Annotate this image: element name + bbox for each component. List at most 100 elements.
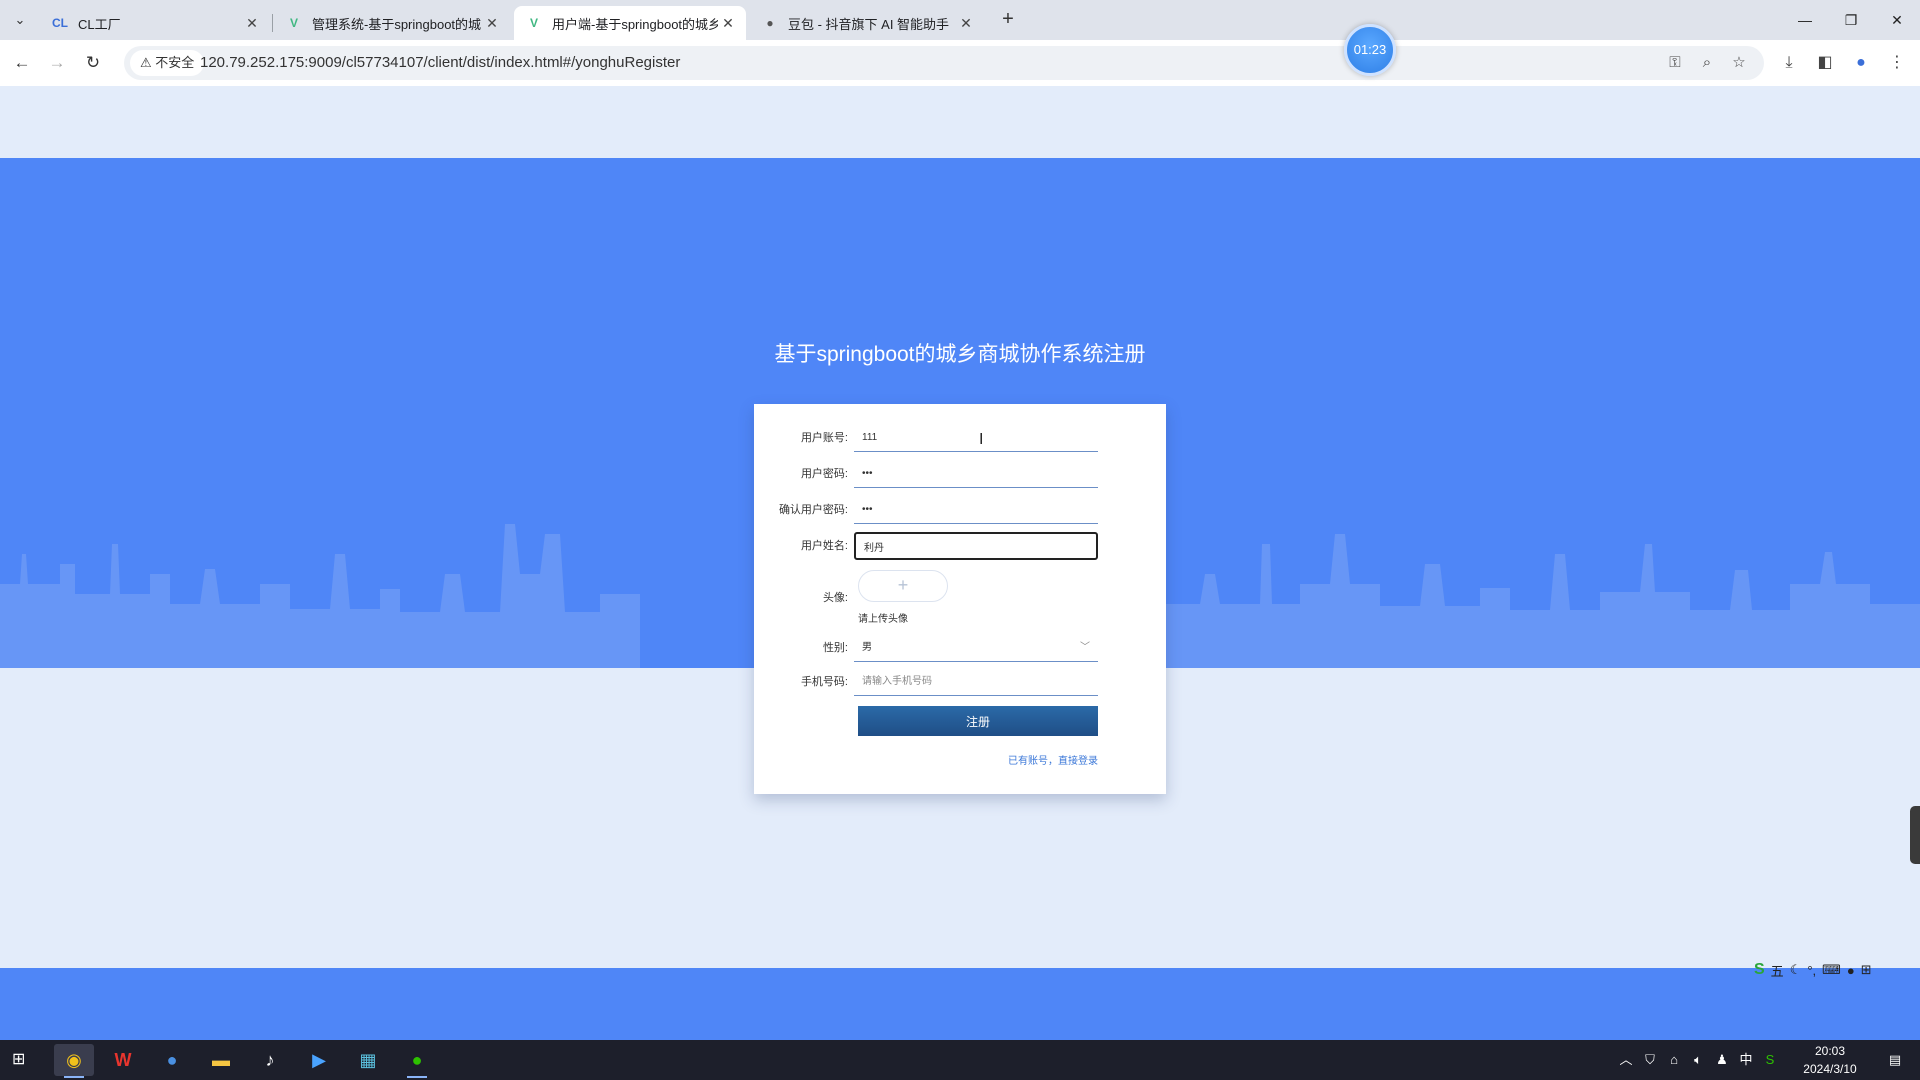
avatar-label: 头像: [822, 592, 848, 604]
gender-select[interactable]: 男 ﹀ [854, 634, 1098, 662]
system-clock[interactable]: 20:03 2024/3/10 [1790, 1042, 1870, 1078]
action-center-icon[interactable]: ▤ [1880, 1040, 1910, 1080]
restore-button[interactable]: ❐ [1828, 0, 1874, 40]
network-icon[interactable]: ⌂ [1664, 1040, 1684, 1080]
input-language-indicator[interactable]: 中 [1736, 1040, 1756, 1080]
download-icon[interactable]: ⤓ [1778, 52, 1800, 74]
bookmark-star-icon[interactable]: ☆ [1728, 52, 1750, 74]
side-scroll-handle[interactable] [1910, 806, 1920, 864]
tab-title: 用户端-基于springboot的城乡 [552, 16, 718, 32]
folder-icon: ▬ [212, 1049, 230, 1070]
warning-icon: ⚠ [140, 55, 152, 70]
security-shield-icon[interactable]: ⛉ [1640, 1040, 1660, 1080]
confirm-password-label: 确认用户密码: [778, 504, 848, 516]
user-icon[interactable]: ● [1847, 963, 1855, 978]
tab-separator [272, 14, 273, 32]
tab-user-client[interactable]: V 用户端-基于springboot的城乡 ✕ [514, 6, 746, 40]
avatar-upload-button[interactable]: + [858, 570, 948, 602]
close-icon[interactable]: ✕ [242, 15, 262, 32]
tab-title: CL工厂 [78, 16, 121, 32]
punctuation-icon[interactable]: °, [1807, 963, 1816, 978]
volume-icon[interactable]: 🔈︎ [1688, 1040, 1708, 1080]
confirm-password-row: 确认用户密码: [754, 492, 1166, 528]
file-explorer-taskbar-icon[interactable]: ▬ [201, 1044, 241, 1076]
chevron-down-icon: ﹀ [1080, 642, 1090, 653]
security-label: 不安全 [155, 55, 195, 70]
plus-icon: + [897, 575, 909, 595]
forward-button[interactable]: → [45, 51, 69, 75]
sogou-icon: ● [166, 1049, 178, 1070]
sogou-ime-icon[interactable]: S [1754, 961, 1765, 979]
account-field-wrapper [854, 420, 1098, 456]
sogou-browser-taskbar-icon[interactable]: ● [152, 1044, 192, 1076]
archive-app-taskbar-icon[interactable]: ▦ [348, 1044, 388, 1076]
back-button[interactable]: ← [10, 51, 34, 75]
clock-date: 2024/3/10 [1803, 1062, 1857, 1076]
phone-input[interactable] [854, 668, 1098, 696]
close-window-button[interactable]: ✕ [1874, 0, 1920, 40]
sogou-tray-icon[interactable]: S [1760, 1040, 1780, 1080]
tab-cl-factory[interactable]: CL CL工厂 ✕ [40, 6, 270, 40]
avatar-upload-tip: 请上传头像 [858, 614, 908, 625]
new-tab-button[interactable]: + [996, 8, 1020, 32]
chrome-taskbar-icon[interactable]: ◉ [54, 1044, 94, 1078]
name-row: 用户姓名: [754, 528, 1166, 564]
register-form-card: 用户账号: 用户密码: 确认用户密码: 用户姓名: [754, 404, 1166, 794]
media-player-taskbar-icon[interactable]: ▶ [299, 1044, 339, 1076]
notification-app-icon[interactable]: ♟ [1712, 1040, 1732, 1080]
text-cursor-icon: I [979, 431, 984, 448]
side-panel-icon[interactable]: ◧ [1814, 52, 1836, 74]
ime-toolbar: S 五 ☾ °, ⌨ ● ⊞ [1754, 955, 1872, 985]
tab-title: 豆包 - 抖音旗下 AI 智能助手 [788, 16, 950, 32]
keyboard-icon[interactable]: ⌨ [1822, 962, 1841, 978]
page-content: 基于springboot的城乡商城协作系统注册 用户账号: 用户密码: 确认用户… [0, 86, 1920, 1040]
clock-time: 20:03 [1814, 1044, 1846, 1058]
wechat-icon: ● [411, 1049, 423, 1070]
minimize-button[interactable]: — [1782, 0, 1828, 40]
zoom-icon[interactable]: ⌕ [1696, 52, 1718, 74]
tray-expand-icon[interactable]: ︿ [1616, 1040, 1636, 1080]
browser-toolbar: ← → ↻ ⚠ 不安全 120.79.252.175:9009/cl577341… [0, 40, 1920, 87]
name-field-wrapper [854, 528, 1098, 564]
profile-avatar-icon[interactable]: ● [1850, 52, 1872, 74]
account-label: 用户账号: [800, 432, 848, 444]
wechat-taskbar-icon[interactable]: ● [397, 1044, 437, 1078]
account-input[interactable] [854, 424, 1098, 452]
close-icon[interactable]: ✕ [718, 15, 738, 32]
wps-taskbar-icon[interactable]: W [103, 1044, 143, 1076]
douyin-taskbar-icon[interactable]: ♪ [250, 1044, 290, 1076]
moon-icon[interactable]: ☾ [1790, 962, 1802, 978]
password-row: 用户密码: [754, 456, 1166, 492]
active-indicator [407, 1076, 427, 1078]
grid-icon[interactable]: ⊞ [1861, 962, 1872, 978]
url-text[interactable]: 120.79.252.175:9009/cl57734107/client/di… [200, 46, 680, 80]
register-button[interactable]: 注册 [858, 706, 1098, 736]
vue-logo-icon: V [289, 16, 298, 30]
close-icon[interactable]: ✕ [482, 15, 502, 32]
confirm-password-input[interactable] [854, 496, 1098, 524]
password-label: 用户密码: [800, 468, 848, 480]
ime-mode-label[interactable]: 五 [1771, 961, 1784, 980]
account-row: 用户账号: [754, 420, 1166, 456]
tab-doubao[interactable]: ● 豆包 - 抖音旗下 AI 智能助手 ✕ [750, 6, 984, 40]
tab-search-chevron-icon[interactable]: ⌄ [8, 8, 32, 32]
recording-timer[interactable]: 01:23 [1344, 24, 1396, 76]
windows-start-icon[interactable]: ⊞ [12, 1050, 32, 1070]
chrome-icon: ◉ [66, 1049, 82, 1070]
phone-label: 手机号码: [800, 676, 848, 688]
menu-kebab-icon[interactable]: ⋮ [1886, 52, 1908, 74]
password-key-icon[interactable]: ⚿ [1664, 52, 1686, 74]
login-link[interactable]: 已有账号，直接登录 [1008, 752, 1098, 767]
address-bar[interactable]: ⚠ 不安全 120.79.252.175:9009/cl57734107/cli… [124, 46, 1764, 80]
reload-button[interactable]: ↻ [81, 51, 105, 75]
tab-admin-system[interactable]: V 管理系统-基于springboot的城 ✕ [274, 6, 510, 40]
doubao-logo-icon: ● [766, 16, 774, 30]
name-input[interactable] [854, 532, 1098, 560]
archive-icon: ▦ [359, 1049, 377, 1070]
phone-row: 手机号码: [754, 664, 1166, 700]
close-icon[interactable]: ✕ [956, 15, 976, 32]
security-indicator[interactable]: ⚠ 不安全 [130, 50, 205, 76]
gender-selected-value: 男 [862, 642, 872, 653]
active-indicator [64, 1076, 84, 1078]
password-input[interactable] [854, 460, 1098, 488]
